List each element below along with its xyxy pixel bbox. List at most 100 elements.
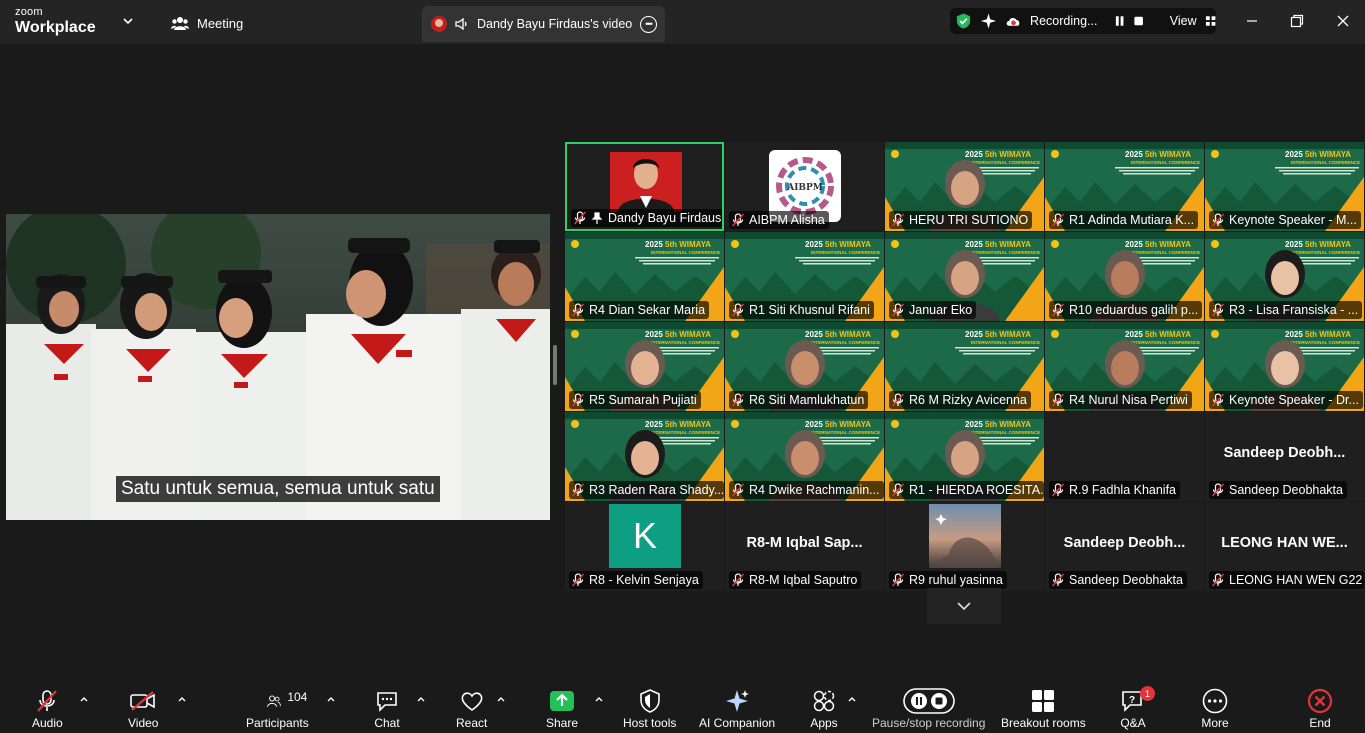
participant-tile[interactable]: R8-M Iqbal Sap... R8-M Iqbal Saputro — [725, 502, 884, 591]
chat-button[interactable]: Chat — [373, 680, 401, 733]
mic-muted-icon — [891, 573, 905, 587]
participant-name-label: Januar Eko — [889, 301, 977, 319]
share-button[interactable]: Share — [546, 680, 578, 733]
chevron-up-icon[interactable] — [847, 694, 857, 704]
brand-bottom: Workplace — [15, 19, 96, 36]
grid-view-icon[interactable] — [1205, 15, 1216, 27]
chevron-up-icon[interactable] — [326, 694, 336, 704]
participant-tile[interactable]: 2025 5th WIMAYA INTERNATIONAL CONFERENCE R1… — [1045, 142, 1204, 231]
participant-tile[interactable]: 2025 5th WIMAYA INTERNATIONAL CONFERENCE R1… — [725, 232, 884, 321]
participant-tile[interactable]: R.9 Fadhla Khanifa — [1045, 412, 1204, 501]
participant-tile[interactable]: 2025 5th WIMAYA INTERNATIONAL CONFERENCE HE… — [885, 142, 1044, 231]
ai-companion-button[interactable]: AI Companion — [699, 680, 775, 733]
restore-button[interactable] — [1285, 10, 1309, 32]
chevron-down-icon[interactable] — [121, 14, 135, 28]
stop-icon[interactable] — [1133, 15, 1144, 27]
view-button[interactable]: View — [1170, 14, 1197, 28]
participant-tile[interactable]: 2025 5th WIMAYA INTERNATIONAL CONFERENCE R1… — [885, 412, 1044, 501]
svg-text:5th WIMAYA: 5th WIMAYA — [985, 330, 1031, 339]
avatar — [610, 152, 682, 212]
participant-tile[interactable]: 2025 5th WIMAYA INTERNATIONAL CONFERENCE Ja… — [885, 232, 1044, 321]
participant-tile[interactable]: Sandeep Deobh... Sandeep Deobhakta — [1045, 502, 1204, 591]
svg-text:INTERNATIONAL CONFERENCE: INTERNATIONAL CONFERENCE — [971, 340, 1040, 345]
participant-name: R.9 Fadhla Khanifa — [1069, 483, 1177, 497]
shield-check-icon[interactable] — [955, 12, 972, 30]
participant-tile[interactable]: K R8 - Kelvin Senjaya — [565, 502, 724, 591]
mic-muted-icon — [571, 573, 585, 587]
participant-name: R6 Siti Mamlukhatun — [749, 393, 865, 407]
pin-icon — [591, 211, 603, 224]
audio-button[interactable]: Audio — [32, 680, 63, 733]
mic-muted-icon — [571, 483, 585, 497]
participant-tile[interactable]: Dandy Bayu Firdaus — [565, 142, 724, 231]
chevron-up-icon[interactable] — [79, 694, 89, 704]
share-label: Share — [546, 716, 579, 730]
participant-name-label: Sandeep Deobhakta — [1209, 481, 1347, 499]
mic-muted-icon — [731, 573, 745, 587]
participants-button[interactable]: 104 Participants — [246, 680, 309, 733]
pause-recording-button[interactable]: Pause/stop recording — [872, 680, 985, 733]
svg-text:INTERNATIONAL CONFERENCE: INTERNATIONAL CONFERENCE — [811, 250, 880, 255]
participant-tile[interactable]: 2025 5th WIMAYA INTERNATIONAL CONFERENCE R4… — [1045, 322, 1204, 411]
participant-tile[interactable]: 2025 5th WIMAYA INTERNATIONAL CONFERENCE R5… — [565, 322, 724, 411]
participant-tile[interactable]: 2025 5th WIMAYA INTERNATIONAL CONFERENCE Ke… — [1205, 142, 1364, 231]
breakout-rooms-button[interactable]: Breakout rooms — [1001, 680, 1086, 733]
more-icon[interactable]: ••• — [640, 15, 657, 33]
participant-name: Keynote Speaker - Dr... — [1229, 393, 1359, 407]
sparkle-icon[interactable] — [980, 12, 997, 30]
pause-icon[interactable] — [1114, 15, 1125, 27]
participant-name: R4 Nurul Nisa Pertiwi — [1069, 393, 1188, 407]
meeting-tab[interactable]: Meeting — [171, 13, 243, 33]
chevron-up-icon[interactable] — [177, 694, 187, 704]
shared-video[interactable]: Satu untuk semua, semua untuk satu — [6, 214, 550, 520]
tab-video[interactable]: Dandy Bayu Firdaus's video f ••• — [422, 6, 665, 42]
participant-tile[interactable]: 2025 5th WIMAYA INTERNATIONAL CONFERENCE R1… — [1045, 232, 1204, 321]
react-button[interactable]: React — [456, 680, 487, 733]
more-label: More — [1201, 716, 1229, 730]
apps-button[interactable]: Apps — [810, 680, 838, 733]
participant-name-label: R1 Siti Khusnul Rifani — [729, 301, 874, 319]
gallery-next-button[interactable] — [927, 588, 1001, 624]
video-label: Video — [128, 716, 159, 730]
participant-tile[interactable]: 2025 5th WIMAYA INTERNATIONAL CONFERENCE R4… — [565, 232, 724, 321]
participant-tile[interactable]: Sandeep Deobh... Sandeep Deobhakta — [1205, 412, 1364, 501]
close-icon — [1337, 15, 1349, 27]
chevron-up-icon[interactable] — [496, 694, 506, 704]
participant-tile[interactable]: 2025 5th WIMAYA INTERNATIONAL CONFERENCE R6… — [885, 322, 1044, 411]
participant-name: Keynote Speaker - M... — [1229, 213, 1357, 227]
svg-text:5th WIMAYA: 5th WIMAYA — [825, 240, 871, 249]
mic-muted-icon — [891, 213, 905, 227]
participant-tile[interactable]: 2025 5th WIMAYA INTERNATIONAL CONFERENCE R3… — [565, 412, 724, 501]
participant-name-label: R8 - Kelvin Senjaya — [569, 571, 703, 589]
mic-muted-icon — [1211, 393, 1225, 407]
chevron-up-icon[interactable] — [594, 694, 604, 704]
zoom-logo: zoom Workplace — [15, 7, 96, 36]
participant-tile[interactable]: LEONG HAN WE... LEONG HAN WEN G22 — [1205, 502, 1364, 591]
participant-tile[interactable]: 2025 5th WIMAYA INTERNATIONAL CONFERENCE R6… — [725, 322, 884, 411]
participant-name-label: Keynote Speaker - M... — [1209, 211, 1361, 229]
avatar — [431, 16, 447, 32]
participant-name: Sandeep Deobhakta — [1069, 573, 1183, 587]
resize-handle[interactable] — [553, 345, 557, 385]
more-button[interactable]: More — [1201, 680, 1229, 733]
svg-text:5th WIMAYA: 5th WIMAYA — [1145, 150, 1191, 159]
host-tools-label: Host tools — [623, 716, 677, 730]
host-tools-button[interactable]: Host tools — [623, 680, 676, 733]
qa-label: Q&A — [1120, 716, 1146, 730]
participant-tile[interactable]: AIBPM AIBPM Alisha — [725, 142, 884, 231]
more-icon — [1202, 688, 1228, 714]
participant-tile[interactable]: 2025 5th WIMAYA INTERNATIONAL CONFERENCE Ke… — [1205, 322, 1364, 411]
chevron-up-icon[interactable] — [416, 694, 426, 704]
participant-tile[interactable]: 2025 5th WIMAYA INTERNATIONAL CONFERENCE R3… — [1205, 232, 1364, 321]
video-button[interactable]: Video — [128, 680, 158, 733]
participant-name-label: R1 Adinda Mutiara K... — [1049, 211, 1199, 229]
minimize-button[interactable] — [1240, 10, 1264, 32]
chat-icon — [377, 692, 397, 712]
participant-tile[interactable]: R9 ruhul yasinna — [885, 502, 1044, 591]
participant-name: R8 - Kelvin Senjaya — [589, 573, 699, 587]
apps-label: Apps — [810, 716, 838, 730]
close-button[interactable] — [1331, 10, 1355, 32]
mic-muted-icon — [1211, 573, 1225, 587]
end-button[interactable]: End — [1306, 680, 1334, 733]
participant-tile[interactable]: 2025 5th WIMAYA INTERNATIONAL CONFERENCE R4… — [725, 412, 884, 501]
